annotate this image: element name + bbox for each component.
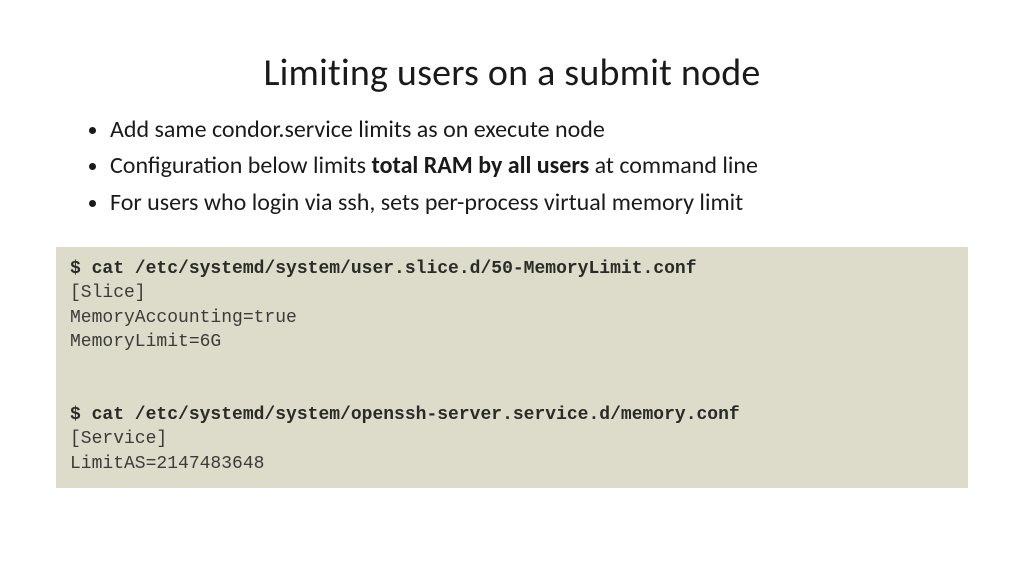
bullet-text: Configuration below limits bbox=[110, 151, 372, 180]
code-line: [Slice] bbox=[70, 283, 146, 303]
bullet-item: Add same condor.service limits as on exe… bbox=[110, 114, 964, 146]
bullet-item: Configuration below limits total RAM by … bbox=[110, 150, 964, 182]
code-line: [Service] bbox=[70, 429, 167, 449]
code-line: MemoryLimit=6G bbox=[70, 332, 221, 352]
bullet-item: For users who login via ssh, sets per-pr… bbox=[110, 187, 964, 219]
slide: Limiting users on a submit node Add same… bbox=[0, 0, 1024, 576]
code-line: MemoryAccounting=true bbox=[70, 308, 297, 328]
code-line: LimitAS=2147483648 bbox=[70, 454, 264, 474]
code-command: $ cat /etc/systemd/system/openssh-server… bbox=[70, 405, 740, 425]
code-command: $ cat /etc/systemd/system/user.slice.d/5… bbox=[70, 259, 697, 279]
bullet-bold: total RAM by all users bbox=[372, 151, 590, 180]
code-block: $ cat /etc/systemd/system/user.slice.d/5… bbox=[56, 247, 968, 488]
bullet-list: Add same condor.service limits as on exe… bbox=[0, 114, 1024, 219]
bullet-text: at command line bbox=[589, 151, 758, 180]
slide-title: Limiting users on a submit node bbox=[0, 0, 1024, 114]
